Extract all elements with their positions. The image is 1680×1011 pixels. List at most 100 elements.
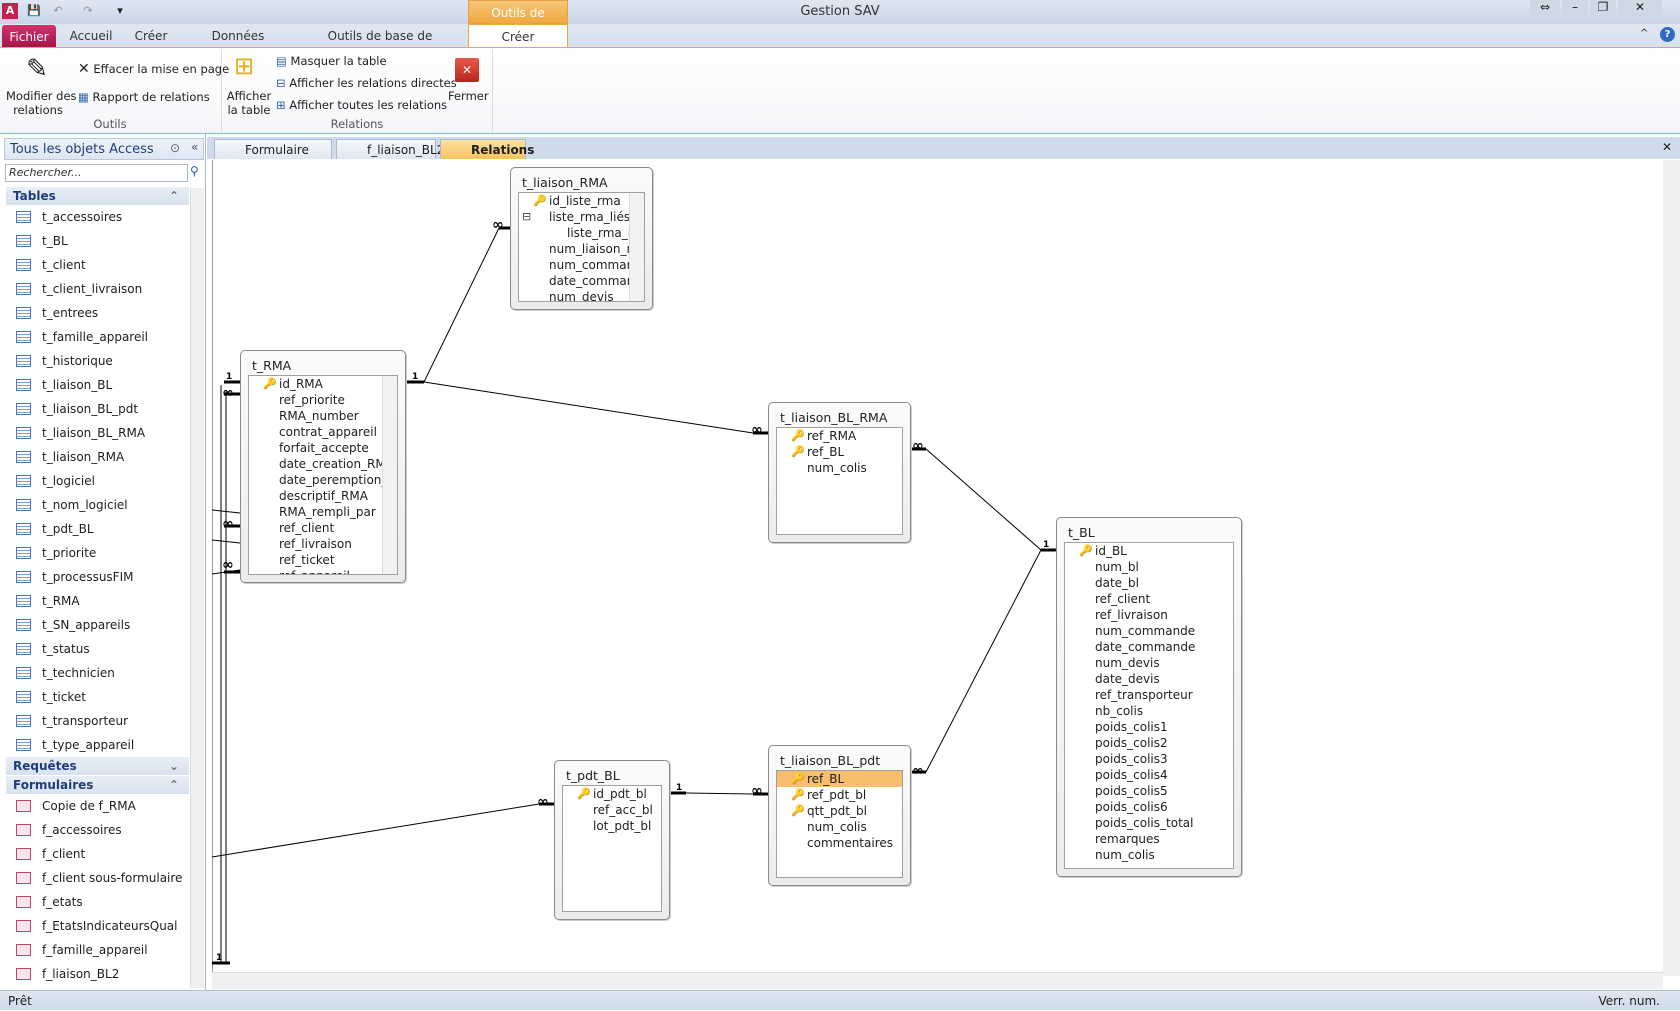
cardinality-one: 1 bbox=[1043, 540, 1049, 550]
field-row[interactable]: date_commande bbox=[519, 273, 644, 289]
field-row[interactable]: forfait_accepte bbox=[249, 440, 397, 456]
primary-key-icon: 🔑 bbox=[263, 377, 277, 390]
field-row[interactable]: num_bl bbox=[1065, 559, 1233, 575]
field-name: ref_appareil bbox=[279, 569, 350, 574]
field-name: lot_pdt_bl bbox=[593, 819, 652, 833]
table-title: t_pdt_BL bbox=[566, 768, 620, 783]
table-t-liaison-rma[interactable]: t_liaison_RMA 🔑 id_liste_rma ⊟ liste_rma_lié… bbox=[510, 167, 653, 310]
field-row[interactable]: liste_rma_liés bbox=[519, 225, 644, 241]
field-list: 🔑 id_RMA ref_priorite RMA_number contrat_app… bbox=[248, 375, 398, 575]
field-name: ref_client bbox=[1095, 592, 1151, 606]
field-row[interactable]: ref_acc_bl bbox=[563, 802, 661, 818]
field-row[interactable]: num_devis bbox=[1065, 655, 1233, 671]
field-name: ref_BL bbox=[807, 445, 845, 459]
field-row[interactable]: descriptif_RMA bbox=[249, 488, 397, 504]
primary-key-icon: 🔑 bbox=[533, 194, 547, 207]
field-name: poids_colis4 bbox=[1095, 768, 1168, 782]
primary-key-icon: 🔑 bbox=[791, 429, 805, 442]
relation-line-rma-liaison-rma[interactable] bbox=[423, 227, 500, 383]
field-list-scrollbar[interactable] bbox=[382, 376, 397, 574]
field-row[interactable]: lot_pdt_bl bbox=[563, 818, 661, 834]
table-t-liaison-bl-rma[interactable]: t_liaison_BL_RMA 🔑 ref_RMA 🔑 ref_BL num_colis bbox=[768, 402, 911, 543]
field-row[interactable]: 🔑 id_RMA bbox=[249, 376, 397, 392]
cardinality-many: ∞ bbox=[751, 783, 763, 799]
relation-line-left-pdt-bl[interactable] bbox=[211, 803, 540, 858]
field-name: date_devis bbox=[1095, 672, 1160, 686]
field-row[interactable]: RMA_number bbox=[249, 408, 397, 424]
canvas-vertical-scrollbar[interactable] bbox=[1663, 160, 1680, 976]
field-list-scrollbar[interactable] bbox=[629, 193, 644, 301]
field-row[interactable]: poids_colis1 bbox=[1065, 719, 1233, 735]
field-row[interactable]: num_commande bbox=[519, 257, 644, 273]
canvas-horizontal-scrollbar[interactable] bbox=[212, 972, 1663, 989]
field-row[interactable]: date_bl bbox=[1065, 575, 1233, 591]
table-t-bl[interactable]: t_BL 🔑 id_BL num_bl date_bl ref_client ref_liv… bbox=[1056, 517, 1242, 877]
field-row[interactable]: contrat_appareil bbox=[249, 424, 397, 440]
field-name: id_pdt_bl bbox=[593, 787, 647, 801]
field-row[interactable]: date_devis bbox=[1065, 671, 1233, 687]
cardinality-many: ∞ bbox=[222, 385, 234, 401]
relation-line-pdt-bl-liaison[interactable] bbox=[685, 792, 754, 795]
field-row[interactable]: 🔑 id_liste_rma bbox=[519, 193, 644, 209]
field-row[interactable]: nb_colis bbox=[1065, 703, 1233, 719]
field-row[interactable]: 🔑 id_BL bbox=[1065, 543, 1233, 559]
field-row[interactable]: 🔑 id_pdt_bl bbox=[563, 786, 661, 802]
field-row[interactable]: 🔑 qtt_pdt_bl bbox=[777, 803, 902, 819]
field-row[interactable]: poids_colis5 bbox=[1065, 783, 1233, 799]
field-row[interactable]: poids_colis4 bbox=[1065, 767, 1233, 783]
field-row[interactable]: num_colis bbox=[1065, 847, 1233, 863]
field-row[interactable]: date_creation_RMA bbox=[249, 456, 397, 472]
field-row[interactable]: commentaires bbox=[777, 835, 902, 851]
field-name: id_liste_rma bbox=[549, 194, 621, 208]
field-row[interactable]: ref_priorite bbox=[249, 392, 397, 408]
field-row[interactable]: ref_ticket bbox=[249, 552, 397, 568]
field-row[interactable]: remarques bbox=[1065, 831, 1233, 847]
table-t-liaison-bl-pdt[interactable]: t_liaison_BL_pdt 🔑 ref_BL 🔑 ref_pdt_bl 🔑 qtt_p… bbox=[768, 745, 911, 886]
field-row[interactable]: 🔑 ref_pdt_bl bbox=[777, 787, 902, 803]
collapse-box-icon[interactable]: ⊟ bbox=[522, 209, 531, 225]
field-name: num_colis bbox=[807, 820, 867, 834]
field-name: ref_priorite bbox=[279, 393, 345, 407]
field-row[interactable]: 🔑 ref_BL bbox=[777, 444, 902, 460]
field-row[interactable]: ref_client bbox=[249, 520, 397, 536]
field-name: RMA_number bbox=[279, 409, 359, 423]
field-row[interactable]: ref_transporteur bbox=[1065, 687, 1233, 703]
field-row[interactable]: poids_colis_total bbox=[1065, 815, 1233, 831]
cardinality-one: 1 bbox=[676, 783, 682, 793]
field-name: num_commande bbox=[1095, 624, 1196, 638]
field-row[interactable]: ref_client bbox=[1065, 591, 1233, 607]
field-name: date_bl bbox=[1095, 576, 1140, 590]
field-name: id_BL bbox=[1095, 544, 1127, 558]
cardinality-many: ∞ bbox=[912, 438, 924, 454]
field-row[interactable]: RMA_rempli_par bbox=[249, 504, 397, 520]
field-row[interactable]: ref_appareil bbox=[249, 568, 397, 574]
primary-key-icon: 🔑 bbox=[1079, 544, 1093, 557]
field-row[interactable]: num_liaison_rma bbox=[519, 241, 644, 257]
field-row[interactable]: ref_livraison bbox=[1065, 607, 1233, 623]
field-row[interactable]: poids_colis6 bbox=[1065, 799, 1233, 815]
field-name: descriptif_RMA bbox=[279, 489, 368, 503]
relation-line-liaison-bl-pdt-bl[interactable] bbox=[925, 549, 1042, 773]
field-row[interactable]: date_commande bbox=[1065, 639, 1233, 655]
field-row[interactable]: num_colis bbox=[777, 819, 902, 835]
field-row[interactable]: 🔑 ref_BL bbox=[777, 771, 902, 787]
field-row[interactable]: 🔑 ref_RMA bbox=[777, 428, 902, 444]
relation-line-rma-liaison-bl-rma[interactable] bbox=[423, 381, 754, 434]
table-t-rma[interactable]: t_RMA 🔑 id_RMA ref_priorite RMA_number contra… bbox=[240, 350, 406, 583]
field-name: ref_pdt_bl bbox=[807, 788, 867, 802]
cardinality-many: ∞ bbox=[222, 516, 234, 532]
field-row[interactable]: ⊟ liste_rma_liés bbox=[519, 209, 644, 225]
status-bar: Prêt Verr. num. bbox=[0, 990, 1680, 1010]
relation-line-liaison-bl-rma-bl[interactable] bbox=[925, 448, 1042, 551]
field-row[interactable]: poids_colis3 bbox=[1065, 751, 1233, 767]
field-row[interactable]: num_commande bbox=[1065, 623, 1233, 639]
num-lock-indicator: Verr. num. bbox=[1598, 994, 1660, 1008]
field-row[interactable]: num_devis bbox=[519, 289, 644, 301]
field-row[interactable]: ref_livraison bbox=[249, 536, 397, 552]
table-t-pdt-bl[interactable]: t_pdt_BL 🔑 id_pdt_bl ref_acc_bl lot_pdt_bl bbox=[554, 760, 670, 920]
table-title: t_liaison_RMA bbox=[522, 175, 608, 190]
field-row[interactable]: num_colis bbox=[777, 460, 902, 476]
field-row[interactable]: poids_colis2 bbox=[1065, 735, 1233, 751]
field-row[interactable]: date_peremption_RMA bbox=[249, 472, 397, 488]
field-list: 🔑 ref_RMA 🔑 ref_BL num_colis bbox=[776, 427, 903, 535]
